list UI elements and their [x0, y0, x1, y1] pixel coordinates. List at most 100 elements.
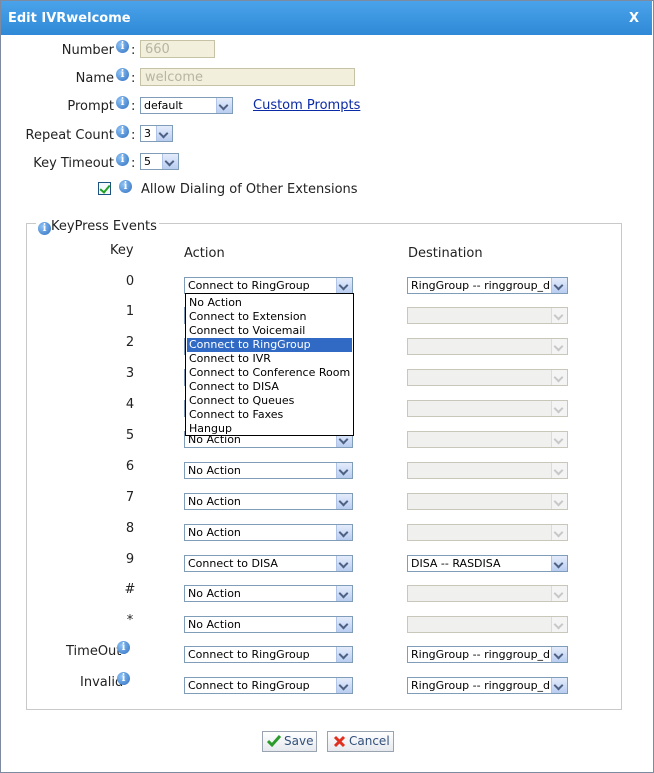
- destination-value: RingGroup -- ringgroup_defa: [411, 679, 549, 692]
- key-label: #: [124, 582, 136, 597]
- action-select[interactable]: No Action: [184, 524, 353, 541]
- keypress-legend: i KeyPress Events: [36, 215, 159, 235]
- chevron-down-icon: [551, 678, 567, 693]
- name-input[interactable]: welcome: [140, 68, 355, 86]
- number-input[interactable]: 660: [140, 40, 215, 58]
- key-timeout-select[interactable]: 5: [140, 153, 179, 170]
- dropdown-option[interactable]: Connect to Voicemail: [187, 324, 352, 338]
- destination-select[interactable]: DISA -- RASDISA: [407, 555, 568, 572]
- destination-select: [407, 585, 568, 602]
- action-select[interactable]: Connect to RingGroup: [184, 277, 353, 294]
- chevron-down-icon: [551, 525, 567, 540]
- destination-value: DISA -- RASDISA: [411, 557, 501, 570]
- dropdown-option[interactable]: Hangup: [187, 422, 352, 436]
- name-label: Name: [75, 71, 114, 86]
- action-select[interactable]: Connect to RingGroup: [184, 646, 353, 663]
- cancel-button[interactable]: Cancel: [327, 731, 394, 752]
- dialog-title: Edit IVRwelcome: [8, 11, 131, 26]
- dropdown-option[interactable]: Connect to Faxes: [187, 408, 352, 422]
- key-label: *: [126, 613, 134, 628]
- destination-select: [407, 493, 568, 510]
- colon: :: [131, 128, 136, 143]
- action-select[interactable]: No Action: [184, 616, 353, 633]
- key-timeout-label: Key Timeout: [33, 156, 114, 171]
- destination-select: [407, 400, 568, 417]
- info-icon[interactable]: i: [119, 180, 132, 193]
- prompt-value: default: [144, 99, 183, 112]
- header-action: Action: [184, 246, 225, 261]
- action-select[interactable]: No Action: [184, 493, 353, 510]
- destination-select[interactable]: RingGroup -- ringgroup_defa: [407, 677, 568, 694]
- dropdown-option[interactable]: Connect to IVR: [187, 352, 352, 366]
- key-timeout-value: 5: [144, 155, 151, 168]
- action-value: No Action: [188, 618, 241, 631]
- save-label: Save: [284, 734, 314, 748]
- chevron-down-icon: [336, 525, 352, 540]
- info-icon[interactable]: i: [117, 672, 130, 685]
- prompt-select[interactable]: default: [140, 97, 233, 114]
- chevron-down-icon: [551, 308, 567, 323]
- key-label: 2: [125, 335, 135, 350]
- action-dropdown-list[interactable]: No Action Connect to Extension Connect to …: [185, 293, 354, 436]
- info-icon[interactable]: i: [116, 40, 129, 53]
- dropdown-option[interactable]: Connect to DISA: [187, 380, 352, 394]
- chevron-down-icon: [336, 463, 352, 478]
- action-value: Connect to RingGroup: [188, 279, 310, 292]
- allow-dialing-label: Allow Dialing of Other Extensions: [141, 182, 358, 197]
- chevron-down-icon: [551, 370, 567, 385]
- info-icon[interactable]: i: [116, 125, 129, 138]
- dropdown-option[interactable]: No Action: [187, 296, 352, 310]
- key-label: 1: [125, 304, 135, 319]
- chevron-down-icon: [336, 556, 352, 571]
- header-destination: Destination: [408, 246, 483, 261]
- info-icon[interactable]: i: [117, 641, 130, 654]
- colon: :: [131, 99, 136, 114]
- info-icon[interactable]: i: [116, 68, 129, 81]
- chevron-down-icon: [551, 556, 567, 571]
- repeat-count-label: Repeat Count: [25, 128, 115, 143]
- key-label: 8: [125, 521, 135, 536]
- key-label: 0: [125, 274, 135, 289]
- destination-select: [407, 431, 568, 448]
- info-icon[interactable]: i: [116, 96, 129, 109]
- key-label: 7: [125, 490, 135, 505]
- chevron-down-icon: [551, 401, 567, 416]
- action-select[interactable]: No Action: [184, 585, 353, 602]
- action-select[interactable]: No Action: [184, 462, 353, 479]
- chevron-down-icon: [156, 126, 172, 141]
- destination-select[interactable]: RingGroup -- ringgroup_defa: [407, 646, 568, 663]
- allow-dialing-checkbox[interactable]: [98, 182, 111, 195]
- chevron-down-icon: [551, 494, 567, 509]
- dropdown-option[interactable]: Connect to Conference Room: [187, 366, 352, 380]
- chevron-down-icon: [551, 647, 567, 662]
- chevron-down-icon: [336, 617, 352, 632]
- destination-select: [407, 616, 568, 633]
- chevron-down-icon: [336, 586, 352, 601]
- colon: :: [131, 43, 136, 58]
- action-select[interactable]: Connect to RingGroup: [184, 677, 353, 694]
- dropdown-option[interactable]: Connect to RingGroup: [187, 338, 352, 352]
- dropdown-option[interactable]: Connect to Queues: [187, 394, 352, 408]
- action-value: No Action: [188, 495, 241, 508]
- action-value: No Action: [188, 587, 241, 600]
- info-icon[interactable]: i: [38, 222, 51, 235]
- key-label: 6: [125, 459, 135, 474]
- cancel-label: Cancel: [349, 734, 390, 748]
- destination-select: [407, 338, 568, 355]
- chevron-down-icon: [216, 98, 232, 113]
- custom-prompts-link[interactable]: Custom Prompts: [253, 98, 360, 113]
- key-label: TimeOut: [66, 644, 122, 659]
- dropdown-option[interactable]: Connect to Extension: [187, 310, 352, 324]
- save-button[interactable]: Save: [262, 731, 317, 752]
- action-select[interactable]: Connect to DISA: [184, 555, 353, 572]
- chevron-down-icon: [162, 154, 178, 169]
- repeat-count-select[interactable]: 3: [140, 125, 173, 142]
- keypress-legend-text: KeyPress Events: [51, 219, 157, 234]
- info-icon[interactable]: i: [116, 153, 129, 166]
- chevron-down-icon: [551, 586, 567, 601]
- close-button[interactable]: X: [629, 11, 639, 26]
- destination-value: RingGroup -- ringgroup_defa: [411, 648, 549, 661]
- destination-value: RingGroup -- ringgroup_defa: [411, 279, 549, 292]
- destination-select: [407, 462, 568, 479]
- destination-select[interactable]: RingGroup -- ringgroup_defa: [407, 277, 568, 294]
